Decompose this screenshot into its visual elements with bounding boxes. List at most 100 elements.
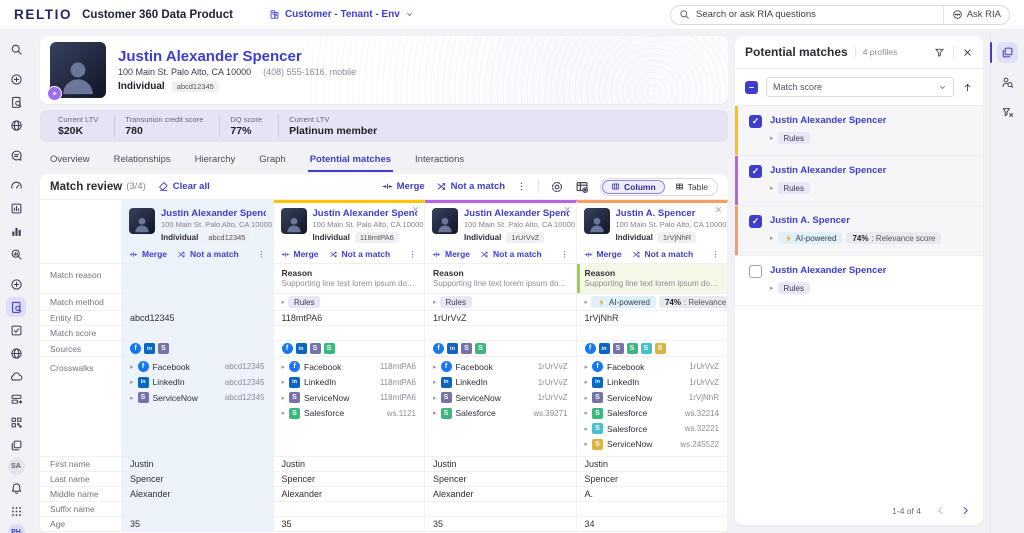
rules-chip[interactable]: Rules [440,296,472,308]
match-checkbox[interactable]: ✓ [749,165,762,178]
expand-icon[interactable]: ▸ [585,298,589,306]
sidebar-item-grid-dots[interactable] [6,501,26,521]
match-score-select[interactable]: Match score [766,77,954,97]
select-all-checkbox[interactable]: – [745,81,758,94]
expand-icon[interactable]: ▸ [585,378,589,386]
merge-button[interactable]: Merge [129,249,167,259]
close-column-icon[interactable] [714,205,723,214]
expand-icon[interactable]: ▸ [585,363,589,371]
not-a-match-button[interactable]: Not a match [480,249,542,259]
crosswalk-row[interactable]: ▸SServiceNow1rUrVvZ [433,392,568,403]
crosswalk-row[interactable]: ▸SServiceNow118mtPA6 [282,392,417,403]
match-profile-name[interactable]: Justin Alexander Spencer [161,208,266,219]
gear-icon[interactable] [550,180,564,194]
sidebar-item-doc-search[interactable] [6,92,26,112]
match-list-item[interactable]: ✓ Justin Alexander Spencer ▸ Rules [735,156,983,206]
sidebar-item-qr[interactable] [6,412,26,432]
prev-page-icon[interactable] [935,505,946,516]
sidebar-item-search[interactable] [6,39,26,59]
match-profile-name[interactable]: Justin Alexander Spencer [464,208,569,219]
sidebar-item-chart-box[interactable] [6,198,26,218]
avatar-ph[interactable]: PH [8,524,25,533]
more-options-icon[interactable] [408,250,417,259]
match-list-item[interactable]: Justin Alexander Spencer ▸ Rules [735,256,983,306]
ai-powered-chip[interactable]: AI-powered [591,296,656,308]
expand-icon[interactable]: ▸ [585,409,589,417]
expand-icon[interactable]: ▸ [282,394,286,402]
more-options-icon[interactable] [257,250,266,259]
match-checkbox[interactable]: ✓ [749,115,762,128]
next-page-icon[interactable] [960,505,971,516]
more-options-icon[interactable] [560,250,569,259]
tab-graph[interactable]: Graph [257,150,287,172]
rail-item-panels[interactable] [997,42,1018,63]
expand-icon[interactable]: ▸ [770,284,774,292]
match-name[interactable]: Justin Alexander Spencer [770,115,886,126]
tab-relationships[interactable]: Relationships [112,150,173,172]
tenant-selector[interactable]: Customer - Tenant - Env [269,9,414,20]
sidebar-item-globe[interactable] [6,343,26,363]
match-name[interactable]: Justin Alexander Spencer [770,265,886,276]
match-checkbox[interactable] [749,265,762,278]
expand-icon[interactable]: ▸ [585,394,589,402]
rail-item-match-off[interactable] [997,102,1018,123]
crosswalk-row[interactable]: ▸SSalesforcews.32214 [585,408,720,419]
sidebar-item-zoom-chart[interactable] [6,244,26,264]
expand-icon[interactable]: ▸ [433,394,437,402]
sidebar-item-panels[interactable] [6,435,26,455]
match-name[interactable]: Justin Alexander Spencer [770,165,886,176]
tab-interactions[interactable]: Interactions [413,150,466,172]
match-profile-name[interactable]: Justin Alexander Spencer [313,208,418,219]
sidebar-item-bell[interactable] [6,478,26,498]
expand-icon[interactable]: ▸ [770,184,774,192]
view-option-table[interactable]: Table [667,180,716,194]
filter-icon[interactable] [934,47,945,58]
more-options-icon[interactable] [516,181,527,192]
match-name[interactable]: Justin A. Spencer [770,215,941,226]
sidebar-item-server[interactable] [6,389,26,409]
more-options-icon[interactable] [711,250,720,259]
crosswalk-row[interactable]: ▸SServiceNowws.245522 [585,439,720,450]
sidebar-item-gauge[interactable] [6,175,26,195]
not-a-match-button[interactable]: Not a match [329,249,391,259]
crosswalk-row[interactable]: ▸SSalesforcews.32221 [585,423,720,434]
expand-icon[interactable]: ▸ [130,363,134,371]
not-a-match-button[interactable]: Not a match [177,249,239,259]
tab-hierarchy[interactable]: Hierarchy [193,150,238,172]
expand-icon[interactable]: ▸ [770,134,774,142]
sidebar-item-doc-search[interactable] [6,297,26,317]
sidebar-item-globe[interactable] [6,115,26,135]
expand-icon[interactable]: ▸ [770,234,774,242]
rules-chip[interactable]: Rules [288,296,320,308]
expand-icon[interactable]: ▸ [282,378,286,386]
not-a-match-button[interactable]: Not a match [436,181,505,192]
rules-chip[interactable]: Rules [778,282,810,294]
expand-icon[interactable]: ▸ [130,394,134,402]
crosswalk-row[interactable]: ▸SServiceNowabcd12345 [130,392,265,403]
expand-icon[interactable]: ▸ [585,425,589,433]
crosswalk-row[interactable]: ▸fFacebook1rUrVvZ [585,361,720,372]
match-list-item[interactable]: ✓Justin A. Spencer▸AI-powered74%: Releva… [735,206,983,256]
tab-potential-matches[interactable]: Potential matches [308,150,393,172]
sidebar-item-plus-circle[interactable] [6,69,26,89]
expand-icon[interactable]: ▸ [585,440,589,448]
sidebar-item-plus-circle[interactable] [6,274,26,294]
expand-icon[interactable]: ▸ [433,298,437,306]
sidebar-item-check-doc[interactable] [6,320,26,340]
crosswalk-row[interactable]: ▸SSalesforcews.1121 [282,408,417,419]
tab-overview[interactable]: Overview [48,150,92,172]
merge-button[interactable]: Merge [432,249,470,259]
ai-powered-chip[interactable]: AI-powered [778,232,843,244]
crosswalk-row[interactable]: ▸inLinkedIn1rUrVvZ [433,377,568,388]
crosswalk-row[interactable]: ▸inLinkedInabcd12345 [130,377,265,388]
expand-icon[interactable]: ▸ [433,363,437,371]
view-option-column[interactable]: Column [602,180,665,194]
crosswalk-row[interactable]: ▸SServiceNow1rVjNhR [585,392,720,403]
rules-chip[interactable]: Rules [778,182,810,194]
camera-badge-icon[interactable]: ✦ [47,86,62,101]
match-list-item[interactable]: ✓ Justin Alexander Spencer ▸ Rules [735,106,983,156]
rail-item-person-search[interactable] [997,72,1018,93]
rules-chip[interactable]: Rules [778,132,810,144]
sidebar-item-chat[interactable] [6,145,26,165]
crosswalk-row[interactable]: ▸SSalesforcews.39271 [433,408,568,419]
